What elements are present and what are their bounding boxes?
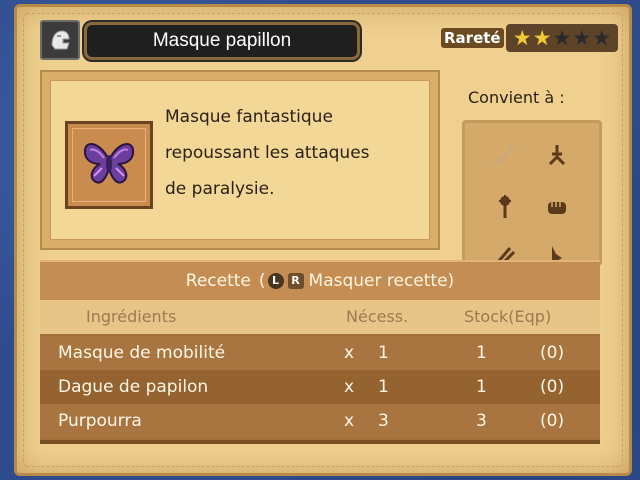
needed-qty: 1 — [378, 377, 389, 397]
table-row[interactable]: Masque de mobilité x 1 1 (0) — [40, 336, 600, 370]
recipe-title: Recette — [185, 271, 251, 291]
star-empty-icon: ★ — [552, 25, 572, 50]
table-row[interactable]: Dague de papilon x 1 1 (0) — [40, 370, 600, 404]
ingredient-name: Purpourra — [58, 411, 142, 431]
needed-qty: 3 — [378, 411, 389, 431]
recipe-open-paren: ( — [258, 271, 266, 291]
stock-qty: 3 — [476, 411, 487, 431]
r-button-icon[interactable]: R — [287, 273, 304, 289]
description-inner: Masque fantastique repoussant les attaqu… — [50, 80, 430, 240]
table-row[interactable]: Purpourra x 3 3 (0) — [40, 404, 600, 438]
item-name-title: Masque papillon — [84, 22, 360, 60]
sword-icon — [491, 141, 519, 169]
suits-label: Convient à : — [468, 88, 565, 107]
ingredients-table: Ingrédients Nécess. Stock(Eqp) Masque de… — [40, 300, 600, 440]
staff-icon — [491, 193, 519, 221]
star-filled-icon: ★ — [532, 25, 552, 50]
times-sign: x — [344, 343, 355, 363]
equipped-qty: (0) — [540, 377, 565, 397]
description-panel: Masque fantastique repoussant les attaqu… — [40, 70, 440, 250]
description-line: Masque fantastique — [165, 107, 333, 127]
table-bottom-edge — [40, 440, 600, 444]
description-line: de paralysie. — [165, 179, 275, 199]
ingredient-name: Dague de papilon — [58, 377, 209, 397]
ingredient-name: Masque de mobilité — [58, 343, 226, 363]
star-empty-icon: ★ — [592, 25, 612, 50]
suits-panel — [462, 120, 602, 266]
times-sign: x — [344, 377, 355, 397]
header-needed: Nécess. — [346, 307, 409, 326]
recipe-bar: Recette ( L R Masquer recette) — [40, 260, 600, 302]
stock-qty: 1 — [476, 377, 487, 397]
times-sign: x — [344, 411, 355, 431]
table-header: Ingrédients Nécess. Stock(Eqp) — [40, 300, 600, 334]
helmet-category-icon — [40, 20, 80, 60]
fist-icon — [543, 193, 571, 221]
l-button-icon[interactable]: L — [267, 273, 284, 289]
header-stock: Stock(Eqp) — [464, 307, 552, 326]
stock-qty: 1 — [476, 343, 487, 363]
rarity-label: Rareté — [441, 28, 504, 48]
item-description: Masque fantastique repoussant les attaqu… — [165, 99, 435, 207]
crossed-blades-icon — [543, 141, 571, 169]
star-empty-icon: ★ — [572, 25, 592, 50]
rarity-stars: ★ ★ ★ ★ ★ — [506, 24, 618, 52]
header-ingredients: Ingrédients — [86, 307, 177, 326]
equipped-qty: (0) — [540, 343, 565, 363]
item-portrait — [65, 121, 153, 209]
butterfly-mask-icon — [82, 138, 136, 192]
needed-qty: 1 — [378, 343, 389, 363]
star-filled-icon: ★ — [512, 25, 532, 50]
description-line: repoussant les attaques — [165, 143, 370, 163]
hide-recipe-toggle[interactable]: Masquer recette) — [309, 271, 455, 291]
equipped-qty: (0) — [540, 411, 565, 431]
